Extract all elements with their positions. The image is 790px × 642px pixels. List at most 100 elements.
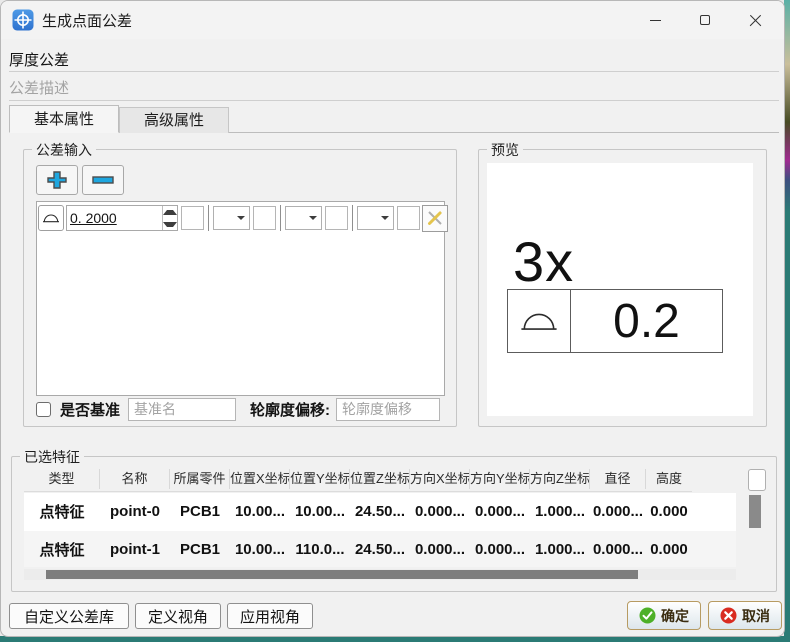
datum-combo-1[interactable] — [213, 206, 250, 230]
feature-table-header: 类型名称所属零件位置X坐标位置Y坐标位置Z坐标方向X坐标方向Y坐标方向Z坐标直径… — [24, 467, 692, 492]
table-cell: 0.000 — [646, 503, 692, 520]
table-row[interactable]: 点特征point-0PCB110.00...10.00...24.50...0.… — [24, 493, 736, 529]
chevron-down-icon — [381, 216, 389, 220]
table-cell: 点特征 — [24, 539, 100, 560]
tolerance-value-input[interactable] — [67, 206, 162, 230]
define-view-button[interactable]: 定义视角 — [135, 603, 221, 629]
column-header[interactable]: 方向X坐标 — [410, 469, 470, 489]
app-datum-target-icon — [12, 9, 34, 31]
separator — [208, 205, 209, 231]
spin-up-button[interactable] — [163, 206, 177, 218]
x-circle-icon — [720, 607, 737, 624]
minus-icon — [90, 169, 116, 191]
table-corner-button[interactable] — [748, 469, 766, 491]
table-cell: 24.50... — [350, 541, 410, 558]
surface-profile-icon — [41, 212, 61, 224]
tolerance-description-input[interactable] — [9, 76, 779, 101]
table-cell: 1.000... — [530, 503, 590, 520]
table-cell: 110.0... — [290, 541, 350, 558]
cancel-button[interactable]: 取消 — [708, 601, 782, 630]
modifier-field-1[interactable] — [181, 206, 204, 230]
separator — [352, 205, 353, 231]
column-header[interactable]: 位置Z坐标 — [350, 469, 410, 489]
tab-basic-properties[interactable]: 基本属性 — [9, 105, 119, 133]
cancel-button-label: 取消 — [742, 606, 770, 626]
horizontal-scrollbar-thumb[interactable] — [46, 570, 638, 579]
datum-combo-2[interactable] — [285, 206, 322, 230]
tolerance-symbol-button[interactable] — [38, 205, 64, 231]
table-cell: 0.000... — [410, 541, 470, 558]
window-title: 生成点面公差 — [42, 10, 132, 31]
title-bar: 生成点面公差 — [1, 1, 784, 39]
datum-row: 是否基准 轮廓度偏移: — [36, 397, 440, 421]
preview-canvas: 3x 0.2 — [487, 163, 753, 416]
preview-group-title: 预览 — [487, 140, 523, 160]
column-header[interactable]: 所属零件 — [170, 469, 230, 489]
check-circle-icon — [639, 607, 656, 624]
datum-name-input[interactable] — [128, 398, 236, 421]
modifier-field-4[interactable] — [397, 206, 420, 230]
remove-tolerance-button[interactable] — [82, 165, 124, 195]
ok-button[interactable]: 确定 — [627, 601, 701, 630]
datum-combo-3[interactable] — [357, 206, 394, 230]
modifier-field-3[interactable] — [325, 206, 348, 230]
table-row[interactable]: 点特征point-1PCB110.00...110.0...24.50...0.… — [24, 531, 736, 567]
table-cell: 10.00... — [230, 503, 290, 520]
table-cell: point-0 — [100, 503, 170, 520]
chevron-down-icon — [237, 216, 245, 220]
plus-icon — [45, 169, 69, 191]
tab-bar: 基本属性 高级属性 — [9, 105, 229, 133]
vertical-scrollbar-thumb[interactable] — [749, 495, 761, 528]
is-datum-label: 是否基准 — [60, 399, 120, 420]
arrow-down-icon — [163, 222, 177, 227]
separator — [280, 205, 281, 231]
close-icon — [749, 14, 762, 27]
maximize-button[interactable] — [680, 1, 730, 39]
column-header[interactable]: 位置Y坐标 — [290, 469, 350, 489]
tolerance-row[interactable] — [37, 202, 444, 232]
apply-view-button[interactable]: 应用视角 — [227, 603, 313, 629]
add-tolerance-button[interactable] — [36, 165, 78, 195]
tab-advanced-properties[interactable]: 高级属性 — [119, 107, 229, 133]
is-datum-checkbox[interactable] — [36, 402, 51, 417]
table-cell: 0.000... — [470, 503, 530, 520]
vertical-scrollbar[interactable] — [748, 493, 762, 569]
minimize-button[interactable] — [630, 1, 680, 39]
pencil-icon — [426, 209, 444, 227]
fcf-symbol-cell — [507, 289, 571, 353]
column-header[interactable]: 类型 — [24, 469, 100, 489]
maximize-icon — [700, 15, 710, 25]
table-cell: 0.000... — [590, 541, 646, 558]
table-cell: 10.00... — [230, 541, 290, 558]
column-header[interactable]: 方向Z坐标 — [530, 469, 590, 489]
feature-count-label: 3x — [513, 229, 574, 294]
custom-tolerance-library-button[interactable]: 自定义公差库 — [9, 603, 129, 629]
modifier-field-2[interactable] — [253, 206, 276, 230]
table-cell: 0.000 — [646, 541, 692, 558]
table-cell: point-1 — [100, 541, 170, 558]
ok-button-label: 确定 — [661, 606, 689, 626]
spin-buttons — [162, 206, 177, 230]
column-header[interactable]: 直径 — [590, 469, 646, 489]
edit-row-button[interactable] — [422, 205, 448, 232]
column-header[interactable]: 名称 — [100, 469, 170, 489]
feature-control-frame: 0.2 — [507, 289, 723, 353]
arrow-up-icon — [163, 210, 177, 215]
table-cell: 10.00... — [290, 503, 350, 520]
table-cell: 0.000... — [470, 541, 530, 558]
close-button[interactable] — [730, 1, 780, 39]
column-header[interactable]: 高度 — [646, 469, 692, 489]
table-cell: PCB1 — [170, 541, 230, 558]
tolerance-list — [36, 201, 445, 396]
horizontal-scrollbar[interactable] — [24, 569, 736, 580]
column-header[interactable]: 方向Y坐标 — [470, 469, 530, 489]
selected-features-group-title: 已选特征 — [20, 447, 84, 467]
profile-offset-label: 轮廓度偏移: — [250, 399, 330, 420]
preview-group: 预览 3x 0.2 — [478, 149, 767, 427]
spin-down-button[interactable] — [163, 218, 177, 230]
profile-offset-input[interactable] — [336, 398, 440, 421]
tolerance-name-input[interactable] — [9, 47, 779, 72]
selected-features-group: 已选特征 类型名称所属零件位置X坐标位置Y坐标位置Z坐标方向X坐标方向Y坐标方向… — [11, 456, 777, 592]
tolerance-input-group: 公差输入 — [23, 149, 457, 427]
column-header[interactable]: 位置X坐标 — [230, 469, 290, 489]
